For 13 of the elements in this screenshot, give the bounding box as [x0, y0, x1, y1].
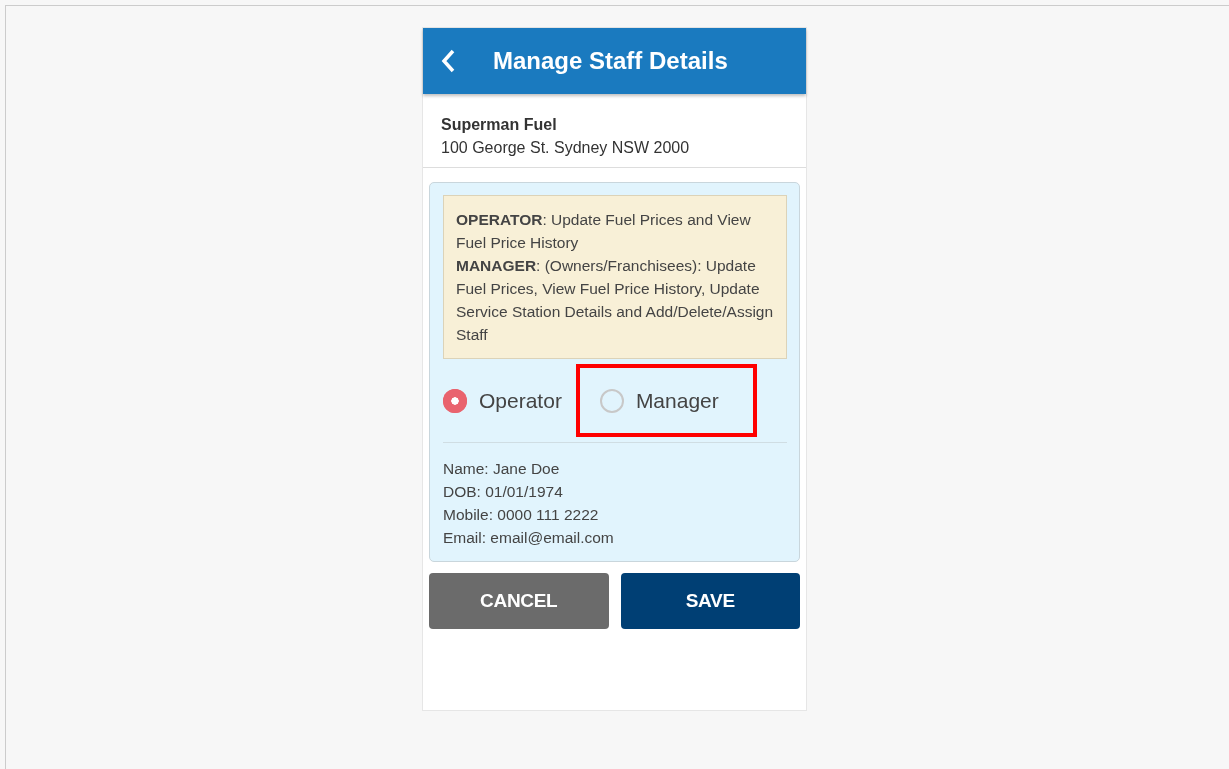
cancel-button[interactable]: CANCEL [429, 573, 609, 629]
staff-detail: Mobile: 0000 111 2222 [443, 505, 600, 525]
station-name: Superman Fuel [441, 115, 558, 135]
role-radio-option[interactable]: Manager [579, 367, 753, 434]
staff-detail: Email: email@email.com [443, 528, 615, 548]
station-address: 100 George St. Sydney NSW 2000 [441, 138, 691, 158]
role-description: MANAGER: (Owners/Franchisees): Update Fuel Prices, View Fuel Price History, Update Service Station Details and Add/Delete/Assign Staff [456, 256, 774, 345]
role-description: OPERATOR: Update Fuel Prices and View Fuel Price History [456, 210, 752, 253]
staff-detail: Name: Jane Doe [443, 459, 561, 479]
staff-detail: DOB: 01/01/1974 [443, 482, 564, 502]
save-button[interactable]: SAVE [620, 573, 800, 629]
role-radio-option[interactable]: Operator [443, 376, 576, 425]
page-title: Manage Staff Details [493, 46, 728, 76]
